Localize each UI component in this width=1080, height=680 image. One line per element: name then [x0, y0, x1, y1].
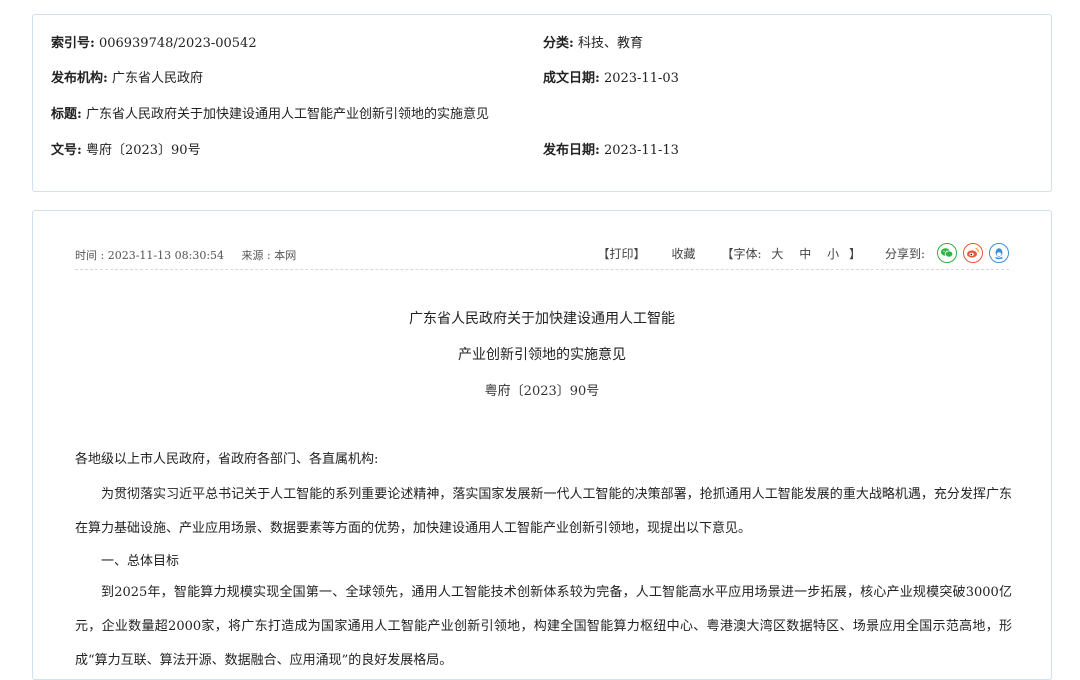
article-toolbar: 时间 : 2023-11-13 08:30:54 来源 : 本网 【打印】 收藏…: [75, 239, 1009, 270]
written-date-label: 成文日期:: [543, 71, 600, 86]
document-number-value: 粤府〔2023〕90号: [85, 143, 201, 158]
font-size-small-button[interactable]: 小: [827, 247, 839, 261]
weibo-share-icon[interactable]: [963, 243, 983, 263]
category-row: 分类: 科技、教育: [543, 36, 643, 52]
article-source: 来源 : 本网: [241, 249, 297, 262]
written-date-row: 成文日期: 2023-11-03: [543, 71, 679, 87]
font-size-medium-button[interactable]: 中: [799, 247, 811, 261]
article-info: 时间 : 2023-11-13 08:30:54 来源 : 本网: [75, 247, 310, 263]
font-size-control: 【字体: 大 中 小 】: [722, 245, 861, 262]
index-number-value: 006939748/2023-00542: [98, 36, 257, 51]
publisher-row: 发布机构: 广东省人民政府: [51, 71, 203, 87]
index-number-label: 索引号:: [51, 36, 95, 51]
article-title-line-2: 产业创新引领地的实施意见: [458, 347, 626, 363]
article-panel: 时间 : 2023-11-13 08:30:54 来源 : 本网 【打印】 收藏…: [32, 210, 1052, 680]
publisher-label: 发布机构:: [51, 71, 108, 86]
publish-time: 时间 : 2023-11-13 08:30:54: [75, 249, 225, 262]
intro-paragraph: 为贯彻落实习近平总书记关于人工智能的系列重要论述精神，落实国家发展新一代人工智能…: [75, 487, 1012, 536]
publish-date-value: 2023-11-13: [603, 143, 679, 158]
index-number-row: 索引号: 006939748/2023-00542: [51, 36, 257, 52]
publish-date-row: 发布日期: 2023-11-13: [543, 143, 679, 159]
document-metadata-panel: 索引号: 006939748/2023-00542 分类: 科技、教育 发布机构…: [32, 14, 1052, 192]
category-label: 分类:: [543, 36, 574, 51]
publish-date-label: 发布日期:: [543, 143, 600, 158]
article-document-number: 粤府〔2023〕90号: [484, 384, 600, 399]
document-number-row: 文号: 粤府〔2023〕90号: [51, 143, 201, 159]
font-size-large-button[interactable]: 大: [771, 247, 783, 261]
section-heading-1: 一、总体目标: [101, 554, 180, 569]
salutation-paragraph: 各地级以上市人民政府，省政府各部门、各直属机构:: [75, 452, 379, 467]
goal-paragraph: 到2025年，智能算力规模实现全国第一、全球领先，通用人工智能技术创新体系较为完…: [75, 585, 1012, 668]
document-number-label: 文号:: [51, 143, 82, 158]
article-actions: 【打印】 收藏 【字体: 大 中 小 】 分享到:: [572, 241, 1009, 265]
wechat-share-icon[interactable]: [937, 243, 957, 263]
title-value: 广东省人民政府关于加快建设通用人工智能产业创新引领地的实施意见: [85, 107, 489, 122]
qq-share-icon[interactable]: [989, 243, 1009, 263]
font-size-suffix: 】: [848, 246, 861, 261]
title-label: 标题:: [51, 107, 82, 122]
publisher-value: 广东省人民政府: [111, 71, 203, 86]
share-label: 分享到:: [884, 246, 925, 261]
favorite-button[interactable]: 收藏: [672, 245, 696, 262]
article-title-line-1: 广东省人民政府关于加快建设通用人工智能: [409, 311, 675, 327]
print-button[interactable]: 【打印】: [598, 245, 646, 262]
written-date-value: 2023-11-03: [603, 71, 679, 86]
category-value: 科技、教育: [577, 36, 643, 51]
title-row: 标题: 广东省人民政府关于加快建设通用人工智能产业创新引领地的实施意见: [51, 107, 489, 123]
font-size-prefix: 【字体:: [721, 246, 762, 261]
